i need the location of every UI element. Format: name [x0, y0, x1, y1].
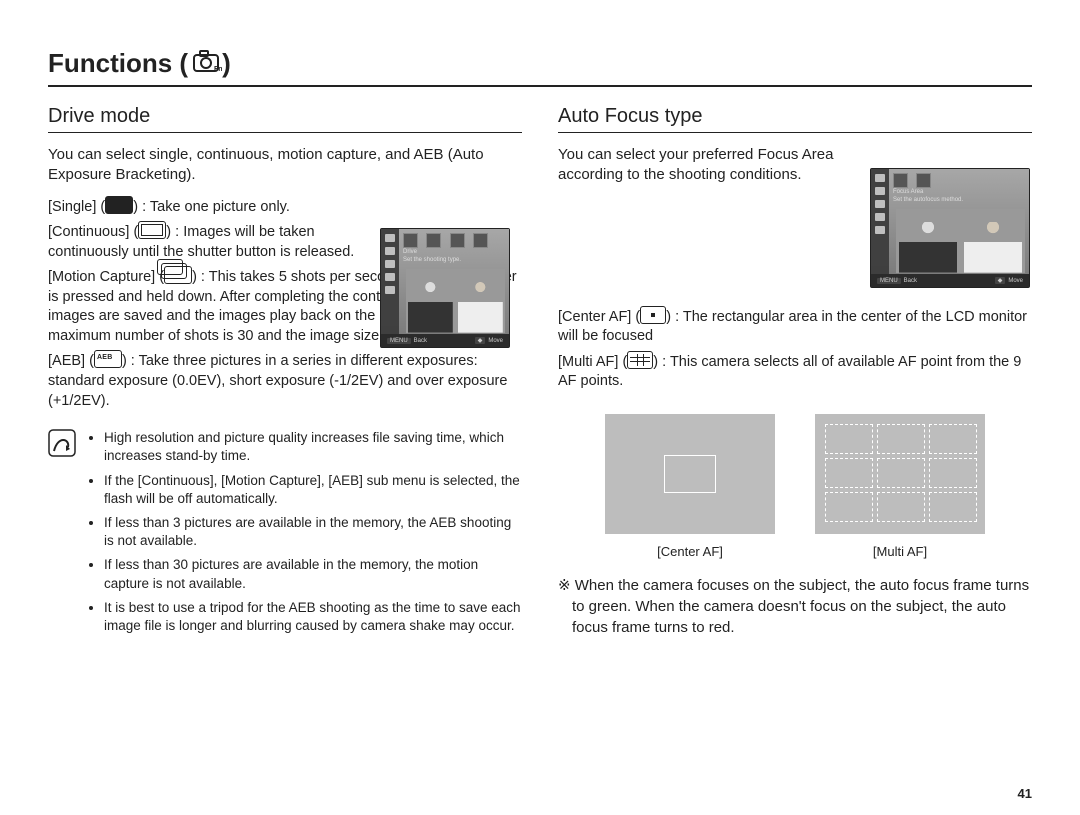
af-center-label: [Center AF] — [558, 309, 631, 325]
page-title: Functions ( — [48, 48, 188, 79]
center-af-diagram — [605, 414, 775, 534]
lcd-drive-label: Drive — [403, 249, 417, 256]
menu-badge-icon: MENU — [387, 338, 411, 344]
af-center-row: [Center AF] () : The rectangular area in… — [558, 306, 1032, 347]
multi-af-icon — [627, 351, 653, 369]
lcd-focus-label: Focus Area — [893, 189, 923, 196]
camera-fn-icon: Fn — [192, 49, 222, 78]
center-af-caption: [Center AF] — [605, 544, 775, 559]
manual-page: Functions ( Fn ) Drive mode You can sele… — [0, 0, 1080, 815]
note-item: It is best to use a tripod for the AEB s… — [104, 599, 522, 635]
drive-notes: High resolution and picture quality incr… — [48, 429, 522, 641]
center-af-rect-icon — [664, 455, 716, 493]
drive-continuous-label: [Continuous] — [48, 224, 129, 240]
svg-text:Fn: Fn — [214, 66, 222, 73]
drive-mode-lcd-preview: Drive Set the shooting type. MENUBack ◆M… — [380, 228, 510, 348]
drive-single-desc: : Take one picture only. — [142, 199, 290, 215]
lcd-move-label: Move — [1008, 278, 1023, 284]
drive-aeb-label: [AEB] — [48, 353, 85, 369]
lcd-back-label: Back — [414, 338, 427, 344]
drive-aeb-row: [AEB] () : Take three pictures in a seri… — [48, 350, 522, 411]
lcd-option-icon — [473, 233, 488, 248]
lcd-move-label: Move — [488, 338, 503, 344]
drive-motion-label: [Motion Capture] — [48, 269, 155, 285]
drive-single-row: [Single] () : Take one picture only. — [48, 196, 388, 218]
menu-badge-icon: MENU — [877, 278, 901, 284]
center-af-icon — [640, 306, 666, 324]
page-title-row: Functions ( Fn ) — [48, 48, 1032, 87]
af-footnote: ※ When the camera focuses on the subject… — [558, 575, 1032, 638]
af-captions: [Center AF] [Multi AF] — [558, 544, 1032, 559]
af-type-lcd-preview: Focus Area Set the autofocus method. MEN… — [870, 168, 1030, 288]
continuous-icon — [138, 221, 166, 239]
motion-capture-icon — [164, 266, 192, 284]
note-icon — [48, 429, 76, 641]
af-diagrams — [558, 414, 1032, 534]
lcd-back-label: Back — [904, 278, 917, 284]
af-multi-row: [Multi AF] () : This camera selects all … — [558, 351, 1032, 392]
lcd-option-icon — [916, 173, 931, 188]
lcd-focus-sub: Set the autofocus method. — [893, 197, 963, 204]
nav-badge-icon: ◆ — [475, 337, 486, 344]
af-type-intro: You can select your preferred Focus Area… — [558, 145, 878, 186]
page-title-end: ) — [222, 48, 231, 79]
nav-badge-icon: ◆ — [995, 277, 1006, 284]
note-list: High resolution and picture quality incr… — [88, 429, 522, 641]
lcd-option-icon — [403, 233, 418, 248]
single-icon — [105, 196, 133, 214]
note-item: High resolution and picture quality incr… — [104, 429, 522, 465]
lcd-drive-sub: Set the shooting type. — [403, 257, 461, 264]
lcd-option-icon — [893, 173, 908, 188]
af-multi-label: [Multi AF] — [558, 354, 618, 370]
af-type-list: [Center AF] () : The rectangular area in… — [558, 306, 1032, 392]
af-type-heading: Auto Focus type — [558, 105, 1032, 133]
page-number: 41 — [1018, 786, 1032, 801]
drive-mode-intro: You can select single, continuous, motio… — [48, 145, 508, 186]
lcd-option-icon — [426, 233, 441, 248]
drive-continuous-row: [Continuous] () : Images will be taken c… — [48, 221, 388, 262]
multi-af-grid-icon — [825, 424, 975, 524]
multi-af-caption: [Multi AF] — [815, 544, 985, 559]
note-item: If less than 3 pictures are available in… — [104, 514, 522, 550]
note-item: If the [Continuous], [Motion Capture], [… — [104, 472, 522, 508]
note-item: If less than 30 pictures are available i… — [104, 556, 522, 592]
multi-af-diagram — [815, 414, 985, 534]
drive-mode-heading: Drive mode — [48, 105, 522, 133]
lcd-option-icon — [450, 233, 465, 248]
aeb-icon — [94, 350, 122, 368]
drive-single-label: [Single] — [48, 199, 96, 215]
left-column: Drive mode You can select single, contin… — [48, 105, 522, 641]
